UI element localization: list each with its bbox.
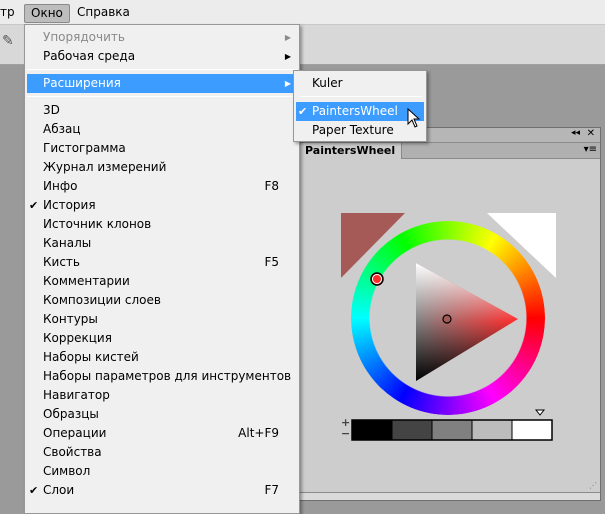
menu-item[interactable]: Гистограмма (27, 139, 297, 158)
menu-item[interactable]: 3D (27, 101, 297, 120)
menu-item-label: Журнал измерений (43, 160, 167, 174)
menu-item[interactable]: Источник клонов (27, 215, 297, 234)
gray-swatch[interactable] (391, 419, 433, 441)
menu-item-label: Рабочая среда (43, 49, 136, 63)
collapse-icon[interactable]: ◂◂ (571, 128, 580, 138)
menu-item[interactable]: Символ (27, 462, 297, 481)
menu-item[interactable]: Контуры (27, 310, 297, 329)
menu-item-arrange[interactable]: Упорядочить ▶ (27, 28, 297, 47)
menu-item-label: Расширения (43, 76, 121, 90)
color-wheel-area[interactable] (299, 159, 600, 494)
menu-item-label: 3D (43, 103, 60, 117)
menu-item-workspace[interactable]: Рабочая среда ▶ (27, 47, 297, 66)
menu-item-shortcut: Alt+F9 (238, 426, 279, 440)
menu-item[interactable]: Композиции слоев (27, 291, 297, 310)
menu-item-label: История (43, 198, 96, 212)
gray-swatch[interactable] (431, 419, 473, 441)
color-handle[interactable] (442, 314, 452, 324)
tab-painterswheel[interactable]: PaintersWheel (299, 143, 403, 159)
menu-item[interactable]: Наборы кистей (27, 348, 297, 367)
menu-item-label: Гистограмма (43, 141, 126, 155)
mouse-cursor-icon (407, 108, 421, 128)
menu-item[interactable]: Навигатор (27, 386, 297, 405)
menu-item-label: Навигатор (43, 388, 110, 402)
separator (27, 96, 297, 97)
submenu-arrow-icon: ▶ (284, 33, 291, 42)
menu-item[interactable]: Абзац (27, 120, 297, 139)
eyedropper-icon[interactable]: ✎ (2, 33, 14, 49)
menu-filter[interactable]: тр (0, 4, 21, 23)
menu-item[interactable]: Каналы (27, 234, 297, 253)
menu-item-shortcut: F7 (264, 483, 279, 497)
menu-item[interactable]: Журнал измерений (27, 158, 297, 177)
separator (300, 96, 422, 97)
menu-item-label: Каналы (43, 236, 92, 250)
menu-item[interactable]: ✔ История (27, 196, 297, 215)
menu-item[interactable]: Кисть F5 (27, 253, 297, 272)
panel-menu-icon[interactable]: ▾≡ (584, 144, 597, 155)
menu-item-label: Абзац (43, 122, 81, 136)
menu-item[interactable]: Наборы параметров для инструментов (27, 367, 297, 386)
submenu-arrow-icon: ▶ (284, 52, 291, 61)
menu-item-label: Символ (43, 464, 91, 478)
submenu-item-kuler[interactable]: Kuler (296, 74, 424, 93)
menu-item-label: Коррекция (43, 331, 112, 345)
menu-item-label: Paper Texture (312, 123, 394, 137)
menu-item-label: Свойства (43, 445, 102, 459)
menu-item-label: Наборы кистей (43, 350, 139, 364)
menu-item[interactable]: Операции Alt+F9 (27, 424, 297, 443)
menu-item-label: Наборы параметров для инструментов (43, 369, 292, 383)
separator (27, 69, 297, 70)
submenu-arrow-icon: ▶ (284, 79, 291, 88)
extensions-submenu: Kuler ✔ PaintersWheel Paper Texture (293, 70, 427, 142)
menu-item-label: Слои (43, 483, 75, 497)
menu-item[interactable]: ✔ Слои F7 (27, 481, 297, 500)
menu-item-label: Кисть (43, 255, 80, 269)
menu-item-label: Операции (43, 426, 107, 440)
gray-swatches (351, 419, 553, 441)
window-menu: Упорядочить ▶ Рабочая среда ▶ Расширения ▶ … (24, 24, 300, 514)
menu-help[interactable]: Справка (71, 4, 136, 23)
submenu-item-paper-texture[interactable]: Paper Texture (296, 121, 424, 140)
gray-swatch[interactable] (471, 419, 513, 441)
checkmark-icon: ✔ (29, 199, 39, 212)
menu-item-label: Контуры (43, 312, 98, 326)
menu-window[interactable]: Окно (24, 4, 70, 23)
menu-bar: тр Окно Справка (0, 0, 605, 25)
resize-grip-icon[interactable]: ⋰ (589, 481, 597, 490)
remove-swatch-button[interactable]: − (341, 427, 350, 440)
menu-item[interactable]: Инфо F8 (27, 177, 297, 196)
menu-item-label: PaintersWheel (312, 104, 398, 118)
checkmark-icon: ✔ (298, 105, 308, 118)
menu-item-label: Источник клонов (43, 217, 152, 231)
menu-item-label: Образцы (43, 407, 99, 421)
menu-item[interactable]: Коррекция (27, 329, 297, 348)
submenu-item-painterswheel[interactable]: ✔ PaintersWheel (296, 102, 424, 121)
menu-item-shortcut: F8 (264, 179, 279, 193)
gray-swatch[interactable] (351, 419, 393, 441)
menu-item-label: Упорядочить (43, 30, 125, 44)
menu-item-label: Композиции слоев (43, 293, 161, 307)
menu-item-label: Kuler (312, 76, 343, 90)
painterswheel-panel: ◂◂ ✕ PaintersWheel ▾≡ + − ⋰ (298, 127, 601, 501)
menu-item-extensions[interactable]: Расширения ▶ (27, 74, 297, 93)
menu-item[interactable]: Комментарии (27, 272, 297, 291)
menu-item-shortcut: F5 (264, 255, 279, 269)
gray-swatch[interactable] (511, 419, 553, 441)
menu-item-label: Инфо (43, 179, 78, 193)
menu-item[interactable]: Свойства (27, 443, 297, 462)
checkmark-icon: ✔ (29, 484, 39, 497)
panel-footer-grip[interactable] (299, 492, 600, 500)
menu-item[interactable]: Образцы (27, 405, 297, 424)
close-icon[interactable]: ✕ (587, 128, 595, 139)
menu-item-label: Комментарии (43, 274, 130, 288)
